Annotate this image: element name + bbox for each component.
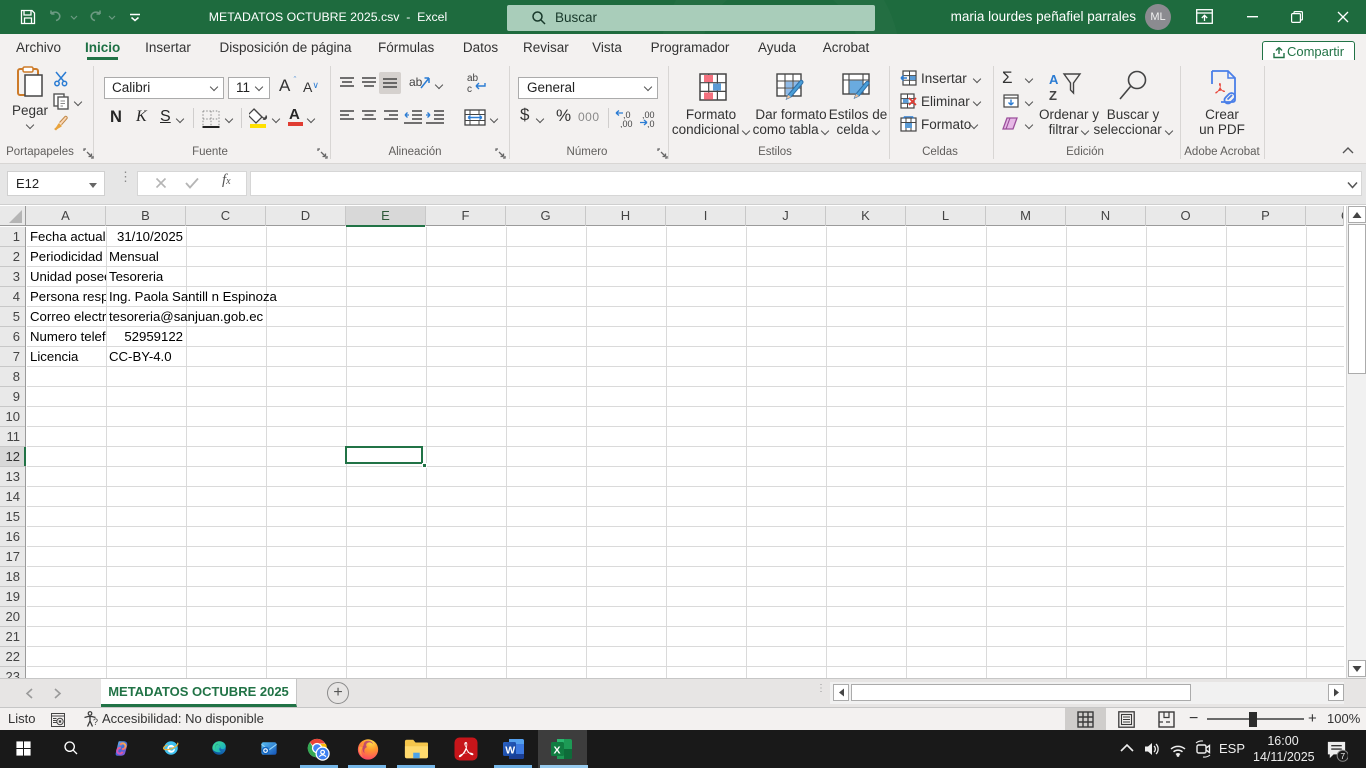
svg-text:X: X bbox=[554, 745, 561, 757]
svg-text:c: c bbox=[467, 84, 472, 94]
svg-text:7: 7 bbox=[1340, 751, 1345, 761]
svg-text:ab: ab bbox=[467, 73, 479, 84]
svg-text:,0: ,0 bbox=[647, 119, 655, 128]
svg-text:ab: ab bbox=[409, 75, 423, 89]
svg-text:,00: ,00 bbox=[620, 119, 633, 128]
svg-text:?: ? bbox=[93, 717, 98, 727]
svg-text:W: W bbox=[505, 745, 515, 757]
svg-text:A: A bbox=[1049, 72, 1059, 87]
svg-text:Z: Z bbox=[1049, 88, 1057, 103]
